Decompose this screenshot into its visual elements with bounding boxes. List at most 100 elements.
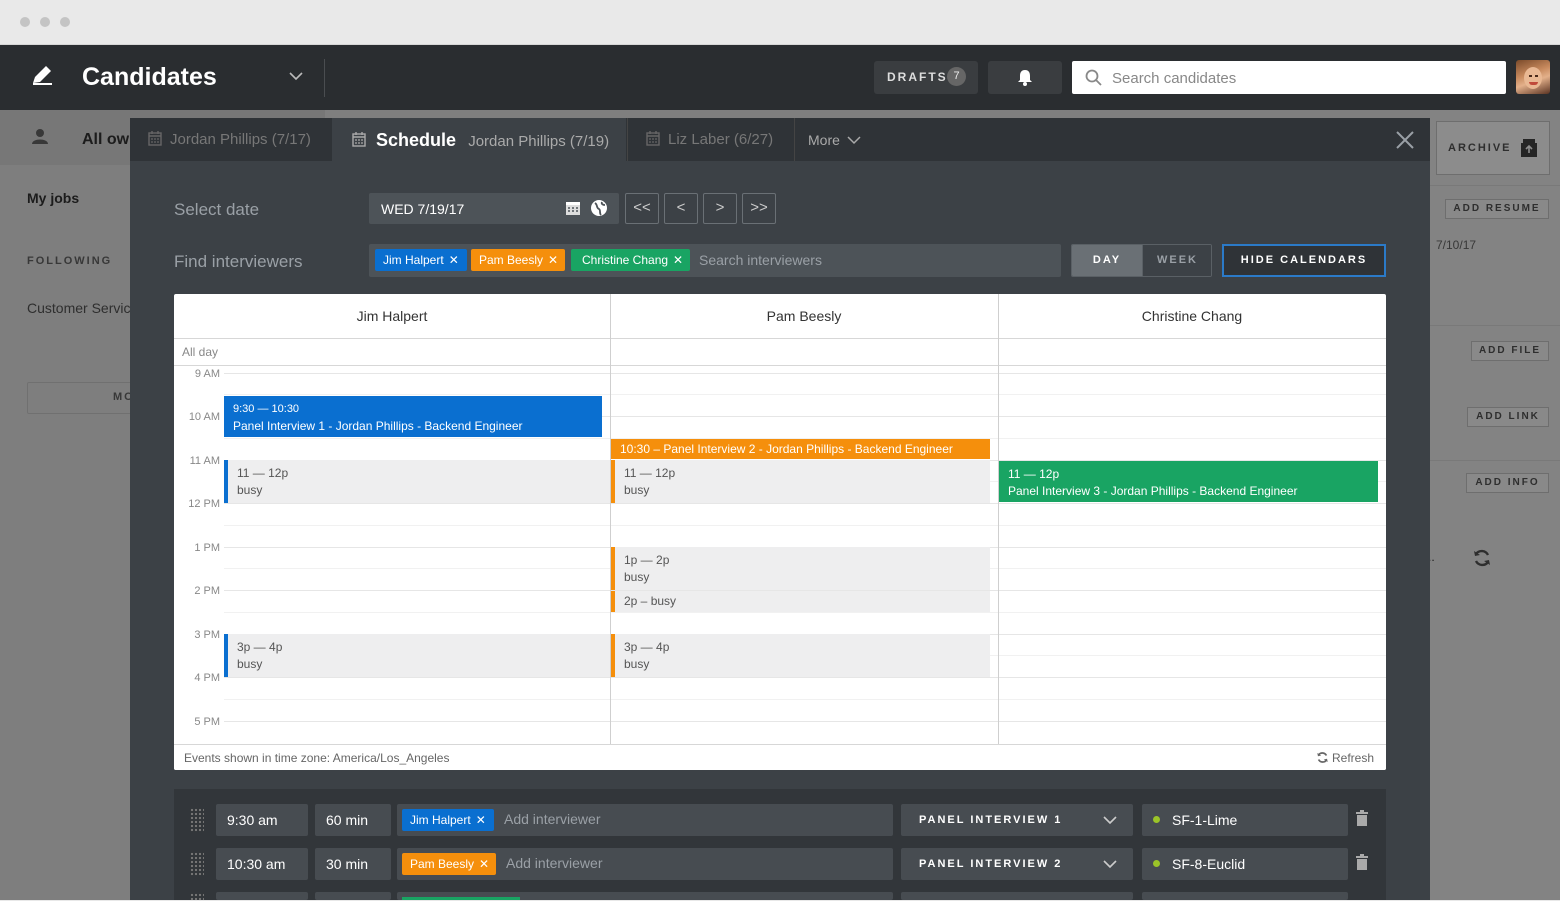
- time-label: 12 PM: [188, 498, 220, 510]
- trash-icon[interactable]: [1356, 854, 1368, 870]
- my-jobs-link[interactable]: My jobs: [27, 190, 79, 206]
- refresh-label: Refresh: [1332, 751, 1375, 765]
- remove-chip-icon[interactable]: ✕: [548, 253, 558, 267]
- avatar[interactable]: [1516, 60, 1550, 94]
- time-label: 3 PM: [194, 629, 220, 641]
- row-interviewer-field[interactable]: Jim Halpert ✕ Add interviewer: [397, 804, 893, 836]
- window-minimize-dot[interactable]: [40, 17, 50, 27]
- date-picker-field[interactable]: WED 7/19/17: [369, 193, 619, 224]
- event-busy[interactable]: 2p – busy: [611, 591, 990, 612]
- next-day-button[interactable]: >: [703, 193, 737, 224]
- window-close-dot[interactable]: [20, 17, 30, 27]
- view-day-button[interactable]: DAY: [1072, 245, 1142, 276]
- interview-type-select[interactable]: PANEL INTERVIEW 1: [901, 804, 1133, 836]
- calendar-icon[interactable]: [565, 200, 581, 216]
- interviewer-chip-jim-halpert[interactable]: Jim Halpert ✕: [375, 249, 467, 271]
- header-divider: [324, 59, 325, 97]
- interviewer-chip-christine-chang[interactable]: Christine Chang ✕: [571, 249, 690, 271]
- interview-time-field[interactable]: [216, 892, 308, 900]
- tab-liz-laber[interactable]: Liz Laber (6/27): [627, 118, 795, 161]
- event-panel-interview-1[interactable]: 9:30 — 10:30 Panel Interview 1 - Jordan …: [224, 396, 602, 437]
- interviewer-search-field[interactable]: Jim Halpert ✕ Pam Beesly ✕ Christine Chang…: [369, 244, 1061, 277]
- interviewer-chip-jim-halpert[interactable]: Jim Halpert ✕: [402, 809, 494, 831]
- add-file-button[interactable]: ADD FILE: [1471, 341, 1549, 361]
- interviewer-chip-pam-beesly[interactable]: Pam Beesly ✕: [471, 249, 565, 271]
- drafts-button[interactable]: DRAFTS 7: [874, 61, 978, 94]
- prev-day-button[interactable]: <: [664, 193, 698, 224]
- event-busy[interactable]: 11 — 12p busy: [611, 460, 990, 503]
- time-label: 2 PM: [194, 585, 220, 597]
- event-busy[interactable]: 11 — 12p busy: [224, 460, 610, 503]
- interview-type-select[interactable]: PANEL INTERVIEW 2: [901, 848, 1133, 880]
- next-week-button[interactable]: >>: [742, 193, 776, 224]
- tab-more[interactable]: More: [808, 118, 888, 161]
- room-select[interactable]: SF-8-Euclid: [1142, 848, 1348, 880]
- archive-button[interactable]: ARCHIVE: [1436, 121, 1550, 175]
- browser-chrome: [0, 0, 1560, 45]
- chip-label: Jim Halpert: [410, 813, 471, 827]
- interview-time-field[interactable]: 9:30 am: [216, 804, 308, 836]
- interviewer-chip-pam-beesly[interactable]: Pam Beesly ✕: [402, 853, 496, 875]
- tab-schedule-candidate: Jordan Phillips (7/19): [468, 133, 610, 150]
- row-interviewer-field[interactable]: [397, 892, 893, 900]
- search-placeholder: Search candidates: [1112, 70, 1237, 87]
- interview-type-select[interactable]: [901, 892, 1133, 900]
- chevron-down-icon: [1103, 816, 1117, 825]
- tab-jordan-phillips-717[interactable]: Jordan Phillips (7/17): [130, 118, 330, 161]
- candidate-search-input[interactable]: Search candidates: [1072, 61, 1506, 94]
- event-time: 3p — 4p: [624, 640, 670, 654]
- add-resume-button[interactable]: ADD RESUME: [1445, 199, 1549, 219]
- customer-service-link[interactable]: Customer Servic: [27, 300, 130, 316]
- time-label: 5 PM: [194, 716, 220, 728]
- globe-icon[interactable]: [590, 199, 608, 217]
- drag-handle-icon[interactable]: [190, 808, 204, 832]
- event-busy[interactable]: 3p — 4p busy: [611, 634, 990, 677]
- row-interviewer-field[interactable]: Pam Beesly ✕ Add interviewer: [397, 848, 893, 880]
- prev-week-button[interactable]: <<: [625, 193, 659, 224]
- event-time: 11 — 12p: [1008, 467, 1060, 481]
- background-right-panel: [1430, 110, 1560, 900]
- room-select[interactable]: [1142, 892, 1348, 900]
- view-toggle: DAY WEEK: [1071, 244, 1212, 277]
- activity-date: 7/10/17: [1436, 238, 1477, 252]
- room-value: SF-8-Euclid: [1172, 856, 1246, 872]
- event-panel-interview-3[interactable]: 11 — 12p Panel Interview 3 - Jordan Phil…: [999, 461, 1378, 502]
- remove-chip-icon[interactable]: ✕: [673, 253, 683, 267]
- event-busy[interactable]: 1p — 2p busy: [611, 547, 990, 590]
- interview-duration-field[interactable]: 30 min: [315, 848, 391, 880]
- remove-chip-icon[interactable]: ✕: [449, 253, 459, 267]
- add-info-button[interactable]: ADD INFO: [1466, 473, 1549, 493]
- user-icon: [32, 129, 48, 144]
- remove-chip-icon[interactable]: ✕: [476, 813, 486, 827]
- event-time: 11 — 12p: [237, 466, 289, 480]
- window-maximize-dot[interactable]: [60, 17, 70, 27]
- event-time: 1p — 2p: [624, 553, 670, 567]
- interview-duration-field[interactable]: [315, 892, 391, 900]
- header-divider: [174, 338, 1386, 339]
- hide-calendars-button[interactable]: HIDE CALENDARS: [1222, 244, 1386, 277]
- chevron-down-icon[interactable]: [288, 68, 304, 84]
- event-panel-interview-2[interactable]: 10:30 – Panel Interview 2 - Jordan Phill…: [611, 439, 990, 459]
- page-title: Candidates: [82, 63, 217, 91]
- view-week-button[interactable]: WEEK: [1142, 245, 1211, 276]
- refresh-button[interactable]: Refresh: [1316, 751, 1374, 765]
- room-status-dot: [1153, 816, 1160, 823]
- interview-schedule-list: 9:30 am 60 min Jim Halpert ✕ Add intervie…: [174, 789, 1386, 901]
- refresh-icon[interactable]: [1472, 548, 1492, 568]
- notifications-button[interactable]: [988, 61, 1062, 94]
- interview-duration-field[interactable]: 60 min: [315, 804, 391, 836]
- refresh-icon: [1317, 752, 1328, 763]
- interview-time-field[interactable]: 10:30 am: [216, 848, 308, 880]
- add-link-button[interactable]: ADD LINK: [1467, 407, 1549, 427]
- remove-chip-icon[interactable]: ✕: [479, 857, 489, 871]
- drag-handle-icon[interactable]: [190, 852, 204, 876]
- room-select[interactable]: SF-1-Lime: [1142, 804, 1348, 836]
- chip-label: Jim Halpert: [383, 253, 444, 267]
- trash-icon[interactable]: [1356, 810, 1368, 826]
- event-busy[interactable]: 3p — 4p busy: [224, 634, 610, 677]
- chevron-down-icon: [1103, 860, 1117, 869]
- tab-schedule[interactable]: Schedule Jordan Phillips (7/19): [332, 118, 626, 161]
- event-time: 3p — 4p: [237, 640, 283, 654]
- time-label: 1 PM: [194, 542, 220, 554]
- close-icon[interactable]: [1396, 131, 1414, 149]
